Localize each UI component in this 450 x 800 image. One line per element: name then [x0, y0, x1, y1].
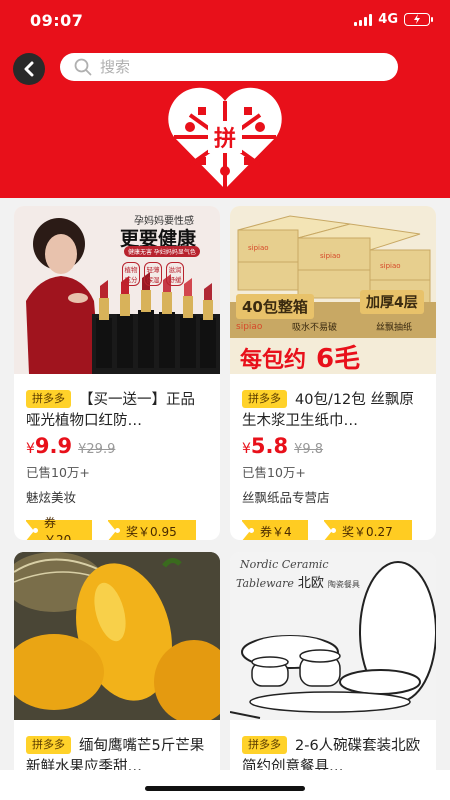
product-image-mango — [14, 552, 220, 720]
banner-text: 每包约 — [240, 348, 307, 373]
feature-badges: 植物成分 轻薄保湿 滋润舒缓 — [122, 262, 184, 286]
svg-text:sipiao: sipiao — [320, 252, 341, 260]
image-small-2: 丝飘抽纸 — [376, 323, 413, 333]
product-title: 拼多多 【买一送一】正品哑光植物口红防… — [26, 390, 208, 432]
platform-tag: 拼多多 — [242, 736, 287, 754]
svg-text:sipiao: sipiao — [380, 262, 401, 270]
product-image-tissue: sipiao sipiao sipiao 40包整箱 加厚4层 sipiao 吸水不… — [230, 206, 436, 374]
back-button[interactable] — [13, 53, 45, 85]
shop-name[interactable]: 丝飘纸品专营店 — [242, 487, 424, 506]
image-small-1: 吸水不易破 — [292, 323, 338, 333]
currency-symbol: ¥ — [242, 441, 251, 457]
feature-badge: 植物成分 — [122, 262, 140, 286]
shop-name[interactable]: 魅炫美妆 — [26, 487, 208, 506]
svg-text:拼: 拼 — [214, 126, 236, 152]
image-banner: 每包约 6毛 — [240, 338, 360, 374]
image-subcaption: 健康无害 孕妇妈妈显气色 — [124, 246, 200, 257]
platform-tag: 拼多多 — [242, 390, 287, 408]
image-badge-right: 加厚4层 — [360, 290, 424, 314]
chevron-left-icon — [24, 61, 34, 77]
feature-badge: 轻薄保湿 — [144, 262, 162, 286]
product-card[interactable]: sipiao sipiao sipiao 40包整箱 加厚4层 sipiao 吸水不… — [230, 206, 436, 540]
pinduoduo-logo: 拼 — [168, 87, 282, 189]
reward-label: 奖￥0.27 — [342, 524, 393, 539]
status-time: 09:07 — [30, 11, 84, 30]
bottom-safe-area — [0, 770, 450, 800]
mango-illustration — [14, 552, 220, 720]
product-image-tableware: Nordic Ceramic Tableware 北欧 陶瓷餐具 — [230, 552, 436, 720]
sold-count: 已售10万+ — [242, 465, 306, 480]
feature-badge: 滋润舒缓 — [166, 262, 184, 286]
image-script-1: Nordic Ceramic — [240, 558, 329, 571]
image-badge-left: 40包整箱 — [236, 294, 314, 319]
search-bar[interactable] — [60, 53, 398, 81]
product-card[interactable]: Nordic Ceramic Tableware 北欧 陶瓷餐具 拼多多 2-6人… — [230, 552, 436, 792]
price-row: ¥ 5.8 ¥9.8 — [242, 434, 424, 458]
image-script-row: Tableware 北欧 陶瓷餐具 — [236, 572, 360, 591]
product-card[interactable]: 拼多多 缅甸鹰嘴芒5斤芒果新鲜水果应季甜… — [14, 552, 220, 792]
reward-badge[interactable]: 奖￥0.27 — [323, 520, 412, 540]
coupon-label: 券￥4 — [260, 524, 292, 539]
search-icon — [74, 58, 92, 76]
image-cn-title: 北欧 — [297, 576, 324, 591]
platform-tag: 拼多多 — [26, 390, 71, 408]
header-bar: 09:07 4G 拼 — [0, 0, 450, 198]
product-title: 拼多多 40包/12包 丝飘原生木浆卫生纸巾… — [242, 390, 424, 432]
price-row: ¥ 9.9 ¥29.9 — [26, 434, 208, 458]
platform-tag: 拼多多 — [26, 736, 71, 754]
network-label: 4G — [378, 12, 398, 27]
currency-symbol: ¥ — [26, 441, 35, 457]
coupon-row: 券￥4 奖￥0.27 — [241, 520, 424, 540]
reward-badge[interactable]: 奖￥0.95 — [107, 520, 196, 540]
image-script-2: Tableware — [236, 577, 294, 590]
coupon-badge[interactable]: 券￥20 — [25, 516, 92, 540]
status-icons: 4G — [354, 12, 433, 27]
product-image-lipstick: 孕妈妈要性感 更要健康 植物成分 轻薄保湿 滋润舒缓 健康无害 孕妇妈妈显气色 — [14, 206, 220, 374]
battery-icon — [404, 13, 433, 26]
original-price: ¥9.8 — [294, 442, 324, 457]
coupon-badge[interactable]: 券￥4 — [241, 520, 308, 540]
sold-count: 已售10万+ — [26, 465, 90, 480]
home-indicator[interactable] — [145, 786, 305, 791]
search-input[interactable] — [100, 58, 380, 76]
signal-icon — [354, 13, 373, 26]
current-price: 9.9 — [34, 434, 73, 458]
image-brand: sipiao — [236, 322, 263, 332]
coupon-row: 券￥20 奖￥0.95 — [25, 516, 208, 540]
svg-text:sipiao: sipiao — [248, 244, 269, 252]
original-price: ¥29.9 — [78, 442, 116, 457]
product-card[interactable]: 孕妈妈要性感 更要健康 植物成分 轻薄保湿 滋润舒缓 健康无害 孕妇妈妈显气色 … — [14, 206, 220, 540]
coupon-label: 券￥20 — [44, 516, 72, 540]
image-cn-sub: 陶瓷餐具 — [327, 580, 360, 589]
banner-number: 6毛 — [316, 344, 361, 374]
current-price: 5.8 — [250, 434, 289, 458]
reward-label: 奖￥0.95 — [126, 524, 177, 539]
status-bar: 09:07 4G — [0, 0, 450, 40]
